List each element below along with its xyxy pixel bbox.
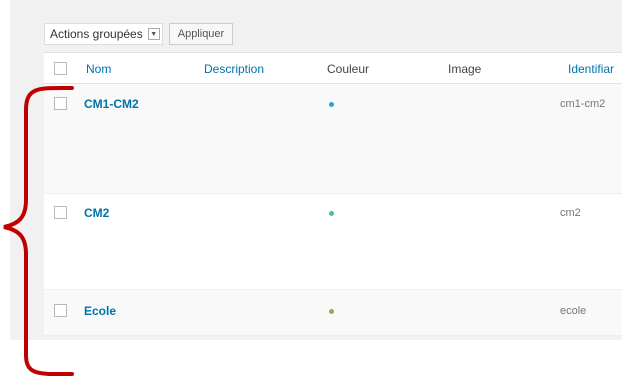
table-row: CM1-CM2 cm1-cm2 <box>44 84 622 194</box>
column-header-color: Couleur <box>327 62 370 76</box>
column-header-name[interactable]: Nom <box>86 62 111 76</box>
table-header: Nom Description Couleur Image Identifiar <box>44 52 622 84</box>
table-row: Ecole ecole <box>44 290 622 336</box>
color-swatch <box>329 309 334 314</box>
column-header-image: Image <box>448 62 482 76</box>
row-checkbox[interactable] <box>54 206 67 219</box>
row-name-link[interactable]: Ecole <box>84 304 116 318</box>
bulk-actions-toolbar: Actions groupées ▼ Appliquer <box>44 21 234 47</box>
row-name-link[interactable]: CM1-CM2 <box>84 97 139 111</box>
table-row: CM2 cm2 <box>44 194 622 290</box>
color-swatch <box>329 102 334 107</box>
bulk-actions-select[interactable]: Actions groupées ▼ <box>44 23 163 45</box>
row-slug: ecole <box>560 305 587 317</box>
categories-table: Nom Description Couleur Image Identifiar… <box>44 52 622 336</box>
row-name-link[interactable]: CM2 <box>84 206 109 220</box>
chevron-down-icon[interactable]: ▼ <box>147 28 160 40</box>
select-all-checkbox[interactable] <box>54 62 67 75</box>
row-slug: cm1-cm2 <box>560 98 606 110</box>
color-swatch <box>329 211 334 216</box>
apply-button[interactable]: Appliquer <box>168 23 234 45</box>
column-header-slug[interactable]: Identifiar <box>568 62 614 76</box>
screenshot-page: Actions groupées ▼ Appliquer Nom Descrip… <box>0 0 622 378</box>
row-checkbox[interactable] <box>54 304 67 317</box>
row-slug: cm2 <box>560 207 581 219</box>
row-checkbox[interactable] <box>54 97 67 110</box>
column-header-description[interactable]: Description <box>204 62 264 76</box>
bulk-actions-label: Actions groupées <box>50 27 143 41</box>
